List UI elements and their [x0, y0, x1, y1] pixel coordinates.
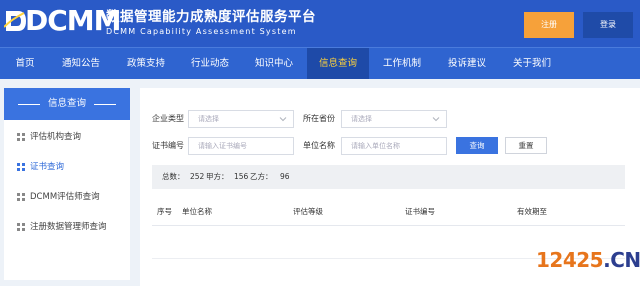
nav-item-industry-news[interactable]: 行业动态 — [182, 48, 238, 79]
watermark-domain: .CN — [603, 248, 640, 272]
cert-no-placeholder: 请输入证书编号 — [198, 142, 247, 150]
enterprise-type-label: 企业类型 — [152, 114, 184, 123]
register-button[interactable]: 注册 — [524, 12, 574, 38]
sidebar: 信息查询 评估机构查询 证书查询 DCMM评估师查询 注册数据管理师查询 — [4, 88, 130, 280]
province-select[interactable]: 请选择 — [341, 110, 447, 128]
sidebar-item-certificate[interactable]: 证书查询 — [4, 152, 130, 182]
cert-no-input[interactable]: 请输入证书编号 — [188, 137, 294, 155]
sidebar-item-label: 证书查询 — [30, 162, 65, 172]
column-header-cert-no: 证书编号 — [405, 207, 435, 216]
main-nav: 首页 通知公告 政策支持 行业动态 知识中心 信息查询 工作机制 投诉建议 关于… — [0, 47, 640, 79]
party-a-count: 156 — [234, 172, 249, 181]
chevron-down-icon — [279, 117, 287, 122]
login-button[interactable]: 登录 — [583, 12, 633, 38]
sidebar-header: 信息查询 — [4, 88, 130, 120]
stats-bar: 总数： 252 甲方： 156 乙方： 96 — [152, 165, 625, 189]
province-placeholder: 请选择 — [351, 115, 372, 123]
site-header: DCMM 数据管理能力成熟度评估服务平台 DCMM Capability Ass… — [0, 0, 640, 47]
nav-item-mechanism[interactable]: 工作机制 — [374, 48, 430, 79]
grid-icon — [17, 163, 25, 171]
total-label: 总数： — [162, 172, 185, 181]
nav-item-info-query[interactable]: 信息查询 — [307, 48, 369, 79]
party-a-label: 甲方： — [206, 172, 229, 181]
grid-icon — [17, 193, 25, 201]
org-name-placeholder: 请输入单位名称 — [351, 142, 400, 150]
watermark-number: 12425 — [536, 248, 604, 272]
enterprise-type-placeholder: 请选择 — [198, 115, 219, 123]
nav-item-knowledge[interactable]: 知识中心 — [246, 48, 302, 79]
column-header-index: 序号 — [157, 207, 172, 216]
nav-item-about[interactable]: 关于我们 — [503, 48, 561, 79]
enterprise-type-select[interactable]: 请选择 — [188, 110, 294, 128]
column-header-org-name: 单位名称 — [182, 207, 212, 216]
sidebar-item-label: 评估机构查询 — [30, 132, 82, 142]
chevron-down-icon — [432, 117, 440, 122]
query-button[interactable]: 查询 — [456, 137, 498, 154]
nav-item-policy[interactable]: 政策支持 — [118, 48, 174, 79]
sidebar-item-data-manager[interactable]: 注册数据管理师查询 — [4, 212, 130, 242]
org-name-label: 单位名称 — [303, 141, 335, 150]
logo-icon — [4, 11, 26, 31]
nav-item-complaints[interactable]: 投诉建议 — [438, 48, 496, 79]
watermark: 12425.CN — [536, 248, 640, 272]
column-header-grade: 评估等级 — [293, 207, 323, 216]
table-header-divider — [152, 225, 625, 226]
site-subtitle: DCMM Capability Assessment System — [106, 27, 297, 36]
party-b-count: 96 — [280, 172, 290, 181]
party-b-label: 乙方： — [250, 172, 273, 181]
nav-item-home[interactable]: 首页 — [4, 48, 46, 79]
total-count: 252 — [190, 172, 205, 181]
sidebar-title: 信息查询 — [47, 98, 86, 109]
nav-item-notices[interactable]: 通知公告 — [52, 48, 110, 79]
province-label: 所在省份 — [303, 114, 335, 123]
sidebar-item-label: DCMM评估师查询 — [30, 192, 100, 202]
site-title: 数据管理能力成熟度评估服务平台 — [106, 9, 316, 25]
org-name-input[interactable]: 请输入单位名称 — [341, 137, 447, 155]
sidebar-item-label: 注册数据管理师查询 — [30, 222, 107, 232]
reset-button[interactable]: 重置 — [505, 137, 547, 154]
sidebar-item-dcmm-assessor[interactable]: DCMM评估师查询 — [4, 182, 130, 212]
grid-icon — [17, 223, 25, 231]
cert-no-label: 证书编号 — [152, 141, 184, 150]
sidebar-item-assessment-org[interactable]: 评估机构查询 — [4, 122, 130, 152]
column-header-valid-until: 有效期至 — [517, 207, 547, 216]
grid-icon — [17, 133, 25, 141]
